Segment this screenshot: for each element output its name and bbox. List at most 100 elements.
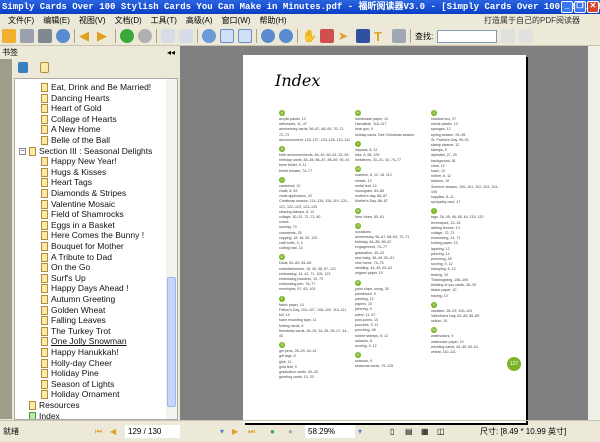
find-next-icon[interactable] bbox=[519, 29, 534, 43]
bookmark-label: The Turkey Trot bbox=[51, 325, 111, 336]
zoom-dropdown-icon[interactable]: ▾ bbox=[358, 421, 362, 442]
single-page-icon[interactable]: ▯ bbox=[390, 421, 394, 442]
menu-item[interactable]: 文档(D) bbox=[115, 14, 142, 27]
image-select-icon[interactable] bbox=[392, 29, 406, 43]
select-arrow-icon[interactable]: ➤ bbox=[338, 29, 352, 43]
rotate-left-icon[interactable] bbox=[161, 29, 175, 43]
open-icon[interactable] bbox=[2, 29, 16, 43]
save-icon[interactable] bbox=[20, 29, 34, 43]
bookmark-page-icon bbox=[41, 348, 48, 357]
bookmark-item[interactable]: Resources bbox=[29, 400, 80, 411]
go-forward-button[interactable]: ● bbox=[288, 421, 293, 442]
facing-icon[interactable]: ▦ bbox=[421, 421, 429, 442]
snapshot-icon[interactable] bbox=[320, 29, 334, 43]
minimize-button[interactable]: _ bbox=[561, 1, 573, 13]
hand-tool-icon[interactable]: ✋ bbox=[302, 29, 317, 43]
continuous-facing-icon[interactable]: ◫ bbox=[437, 421, 445, 442]
go-back-button[interactable]: ● bbox=[270, 421, 275, 442]
bookmark-item[interactable]: Surf's Up bbox=[41, 273, 86, 284]
page-dropdown-icon[interactable]: ▾ bbox=[220, 421, 224, 442]
zoom-in-icon[interactable] bbox=[279, 29, 293, 43]
index-entry: seasonal cards, 79–125 bbox=[355, 364, 394, 369]
previous-page-icon[interactable]: ◀ bbox=[79, 29, 93, 43]
bookmark-item[interactable]: Happy New Year! bbox=[41, 156, 117, 167]
index-entry: Mother's Day, 86–87 bbox=[355, 199, 388, 204]
fit-width-icon[interactable] bbox=[238, 29, 252, 43]
bookmark-item[interactable]: A Tribute to Dad bbox=[41, 252, 112, 263]
bookmark-item[interactable]: Bouquet for Mother bbox=[41, 241, 124, 252]
bookmark-scrollbar[interactable] bbox=[166, 79, 177, 419]
bookmark-item[interactable]: The Turkey Trot bbox=[41, 326, 111, 337]
bookmark-item[interactable]: Falling Leaves bbox=[41, 315, 106, 326]
back-icon[interactable] bbox=[120, 29, 134, 43]
delete-bookmark-icon[interactable] bbox=[18, 62, 28, 73]
menu-item[interactable]: 文件(F) bbox=[8, 14, 34, 27]
bookmark-item[interactable]: Holly-day Cheer bbox=[41, 358, 112, 369]
zoom-tool-icon[interactable] bbox=[202, 29, 216, 43]
maximize-button[interactable]: ❐ bbox=[574, 1, 586, 13]
bookmark-item[interactable]: Dancing Hearts bbox=[41, 93, 110, 104]
menu-item[interactable]: 视图(V) bbox=[79, 14, 106, 27]
collapse-icon[interactable]: − bbox=[19, 147, 26, 155]
bookmark-item[interactable]: Collage of Hearts bbox=[41, 114, 117, 125]
bookmark-item[interactable]: Valentine Mosaic bbox=[41, 199, 115, 210]
menu-item[interactable]: 编辑(E) bbox=[43, 14, 70, 27]
bookmark-item[interactable]: One Jolly Snowman bbox=[41, 336, 127, 347]
menu-item[interactable]: 高级(A) bbox=[186, 14, 213, 27]
bookmark-item[interactable]: Index bbox=[29, 411, 60, 419]
find-previous-icon[interactable] bbox=[501, 29, 516, 43]
prev-page-button[interactable]: ◀ bbox=[110, 421, 116, 442]
promo-text[interactable]: 打造属于自己的PDF阅读器 bbox=[484, 14, 580, 27]
bookmark-item[interactable]: Here Comes the Bunny ! bbox=[41, 230, 144, 241]
text-select-icon[interactable]: T bbox=[374, 29, 388, 44]
menu-item[interactable]: 帮助(H) bbox=[259, 14, 286, 27]
fit-page-icon[interactable] bbox=[220, 29, 234, 43]
first-page-button[interactable]: ⏮ bbox=[95, 421, 102, 442]
bookmark-item[interactable]: Season of Lights bbox=[41, 379, 114, 390]
document-scrollbar[interactable] bbox=[588, 46, 600, 420]
last-page-button[interactable]: ⏭ bbox=[248, 421, 255, 442]
bookmark-item[interactable]: Belle of the Ball bbox=[41, 135, 110, 146]
zoom-out-icon[interactable] bbox=[261, 29, 275, 43]
separator bbox=[197, 29, 198, 43]
bookmark-item[interactable]: Holiday Pine bbox=[41, 368, 99, 379]
print-icon[interactable] bbox=[38, 29, 52, 43]
scrollbar-thumb[interactable] bbox=[167, 277, 176, 407]
web-icon[interactable] bbox=[56, 29, 70, 43]
bookmark-page-icon bbox=[29, 411, 36, 419]
bookmark-item[interactable]: Heart Tags bbox=[41, 177, 92, 188]
bookmark-item[interactable]: Holiday Ornament bbox=[41, 389, 120, 400]
bookmark-item[interactable]: Happy Hanukkah! bbox=[41, 347, 119, 358]
add-bookmark-icon[interactable] bbox=[40, 62, 49, 73]
bookmark-item[interactable]: Happy Days Ahead ! bbox=[41, 283, 129, 294]
document-viewer: Index Aacrylic paints, 12 adhesives, 11, … bbox=[180, 46, 588, 423]
bookmark-item[interactable]: Diamonds & Stripes bbox=[41, 188, 126, 199]
close-button[interactable]: ✕ bbox=[587, 1, 599, 13]
continuous-icon[interactable]: ▤ bbox=[405, 421, 413, 442]
menu-item[interactable]: 窗口(W) bbox=[222, 14, 251, 27]
bookmark-item[interactable]: Field of Shamrocks bbox=[41, 209, 124, 220]
bookmark-item[interactable]: On the Go bbox=[41, 262, 90, 273]
bookmark-item[interactable]: A New Home bbox=[41, 124, 101, 135]
bookmark-item[interactable]: Eggs in a Basket bbox=[41, 220, 115, 231]
bookmark-item[interactable]: Autumn Greeting bbox=[41, 294, 115, 305]
bookmark-item[interactable]: − Section III : Seasonal Delights bbox=[19, 146, 152, 157]
bookmark-page-icon bbox=[41, 337, 48, 347]
collapse-panel-icon[interactable]: ◂◂ bbox=[167, 46, 175, 59]
search-input[interactable] bbox=[437, 29, 498, 43]
next-page-button[interactable]: ▶ bbox=[232, 421, 238, 442]
forward-icon[interactable] bbox=[138, 29, 152, 43]
page-input[interactable]: 129 / 130 bbox=[125, 425, 180, 438]
bookmark-item[interactable]: Eat, Drink and Be Married! bbox=[41, 82, 151, 93]
next-page-icon[interactable]: ▶ bbox=[97, 29, 111, 43]
bookmark-label: Golden Wheat bbox=[51, 304, 106, 315]
bookmark-item[interactable]: Golden Wheat bbox=[41, 305, 105, 316]
bookmark-item[interactable]: Hugs & Kisses bbox=[41, 167, 106, 178]
index-column: Aacrylic paints, 12 adhesives, 11, 47 anni… bbox=[279, 107, 351, 380]
menu-item[interactable]: 工具(T) bbox=[151, 14, 177, 27]
bookmark-label: Section III : Seasonal Delights bbox=[39, 145, 153, 156]
find-binoculars-icon[interactable] bbox=[356, 29, 370, 43]
zoom-input[interactable]: 58.29% bbox=[305, 425, 355, 438]
bookmark-item[interactable]: Heart of Gold bbox=[41, 103, 102, 114]
rotate-right-icon[interactable] bbox=[179, 29, 193, 43]
